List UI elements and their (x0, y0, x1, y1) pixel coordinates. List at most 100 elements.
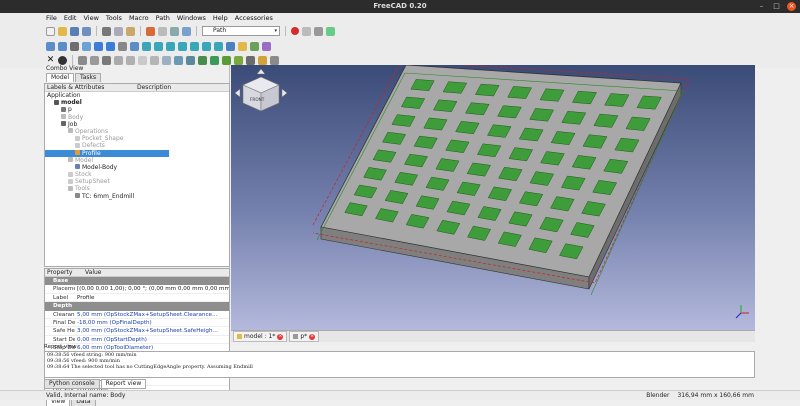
pocket-icon[interactable] (162, 55, 171, 65)
tool-bit-icon[interactable] (126, 55, 135, 65)
measure-icon[interactable] (226, 41, 235, 51)
engrave-icon[interactable] (222, 55, 231, 65)
minimize-icon[interactable]: – (757, 2, 766, 11)
property-header-name[interactable]: Property (45, 269, 83, 276)
tree-header-description[interactable]: Description (135, 84, 171, 91)
view-rear-icon[interactable] (190, 41, 199, 51)
refresh-icon[interactable] (170, 26, 179, 36)
tree-item[interactable]: Stock (45, 171, 229, 178)
menu-file[interactable]: File (46, 14, 57, 22)
tree-item[interactable]: TC: 6mm_Endmill (45, 193, 229, 200)
tree-item[interactable]: Profile (45, 149, 169, 157)
menu-help[interactable]: Help (213, 14, 228, 22)
menu-view[interactable]: View (83, 14, 98, 22)
property-value[interactable]: 0,00 mm (OpStartDepth) (75, 336, 229, 343)
tree-item[interactable]: Model-Body (45, 164, 229, 171)
view-isometric-icon[interactable] (142, 41, 151, 51)
workbench-selector[interactable]: Path ▾ (202, 26, 280, 36)
back-icon[interactable] (94, 41, 103, 51)
menu-windows[interactable]: Windows (177, 14, 206, 22)
cancel-icon[interactable]: ✕ (46, 55, 55, 65)
property-group[interactable]: Depth (45, 302, 229, 311)
property-value[interactable]: Profile (75, 294, 229, 301)
menu-edit[interactable]: Edit (64, 14, 77, 22)
tree-item[interactable]: Defects (45, 142, 229, 149)
model-tree[interactable]: Labels & Attributes Description Applicat… (44, 83, 230, 267)
copy-operation-icon[interactable] (270, 55, 279, 65)
close-icon[interactable]: × (277, 333, 284, 340)
cut-icon[interactable] (102, 26, 111, 36)
property-value[interactable]: [(0,00 0,00 1,00); 0,00 °; (0,00 mm 0,00… (75, 285, 229, 292)
3d-viewport[interactable]: FRONT (231, 65, 755, 330)
menu-tools[interactable]: Tools (106, 14, 122, 22)
record-macro-icon[interactable] (291, 27, 299, 35)
link-icon[interactable] (262, 41, 271, 51)
deburr-icon[interactable] (234, 55, 243, 65)
tab-python-console[interactable]: Python console (44, 379, 100, 389)
tree-item[interactable]: Tools (45, 185, 229, 192)
toolpath-icon[interactable] (78, 55, 87, 65)
tree-item[interactable]: Model (45, 157, 229, 164)
new-document-icon[interactable] (46, 26, 55, 36)
view-right-icon[interactable] (178, 41, 187, 51)
property-row[interactable]: Clearan...5,00 mm (OpStockZMax+SetupShee… (45, 311, 229, 319)
tree-item[interactable]: Application (45, 92, 229, 99)
simulator-icon[interactable] (114, 55, 123, 65)
array-icon[interactable] (258, 55, 267, 65)
tab-model-document[interactable]: model : 1* × (233, 331, 288, 342)
navigation-cube[interactable]: FRONT (234, 68, 288, 112)
property-header-value[interactable]: Value (83, 269, 101, 276)
tree-item[interactable]: Pocket_Shape (45, 135, 229, 142)
drilling-icon[interactable] (210, 55, 219, 65)
copy-icon[interactable] (114, 26, 123, 36)
tree-item[interactable]: Job (45, 121, 229, 128)
sync-view-icon[interactable] (118, 41, 127, 51)
property-row[interactable]: Final De...-18,00 mm (OpFinalDepth) (45, 319, 229, 328)
execute-macro-icon[interactable] (326, 26, 335, 36)
save-as-icon[interactable] (82, 26, 91, 36)
view-top-icon[interactable] (166, 41, 175, 51)
undo-icon[interactable] (146, 26, 155, 36)
menu-accessories[interactable]: Accessories (235, 14, 273, 22)
inspect-icon[interactable] (102, 55, 111, 65)
tree-item[interactable]: p (45, 106, 229, 113)
face-icon[interactable] (186, 55, 195, 65)
adaptive-icon[interactable] (174, 55, 183, 65)
job-icon[interactable] (58, 55, 67, 65)
tab-p-document[interactable]: p* × (289, 331, 320, 342)
close-icon[interactable]: × (309, 333, 316, 340)
open-folder-icon[interactable] (58, 26, 67, 36)
view-bottom-icon[interactable] (202, 41, 211, 51)
helix-icon[interactable] (198, 55, 207, 65)
post-process-icon[interactable] (90, 55, 99, 65)
view-left-icon[interactable] (214, 41, 223, 51)
draw-style-icon[interactable] (70, 41, 79, 51)
tree-item[interactable]: SetupSheet (45, 178, 229, 185)
property-value[interactable]: 5,00 mm (OpStockZMax+SetupSheet.Clearanc… (75, 311, 229, 318)
std-views-icon[interactable] (130, 41, 139, 51)
tree-item[interactable]: model (45, 99, 229, 106)
property-row[interactable]: Safe Hei...3,00 mm (OpStockZMax+SetupShe… (45, 327, 229, 336)
whats-this-icon[interactable] (182, 26, 191, 36)
tree-header-labels[interactable]: Labels & Attributes (45, 84, 135, 91)
tree-item[interactable]: Operations (45, 128, 229, 135)
property-row[interactable]: Placement[(0,00 0,00 1,00); 0,00 °; (0,0… (45, 285, 229, 294)
paste-icon[interactable] (126, 26, 135, 36)
tab-report-view[interactable]: Report view (100, 379, 147, 389)
maximize-icon[interactable]: □ (772, 2, 781, 11)
property-row[interactable]: Start De...0,00 mm (OpStartDepth) (45, 336, 229, 345)
report-view[interactable]: 09:38:56 vfeed string: 900 mm/min 09:38:… (44, 351, 755, 378)
part-icon[interactable] (238, 41, 247, 51)
tool-library-icon[interactable] (138, 55, 147, 65)
close-icon[interactable]: × (787, 2, 796, 11)
property-row[interactable]: Label Profile (45, 294, 229, 303)
save-icon[interactable] (70, 26, 79, 36)
tree-item[interactable]: Body (45, 114, 229, 121)
property-value[interactable]: 3,00 mm (OpStockZMax+SetupSheet.SafeHeig… (75, 327, 229, 334)
tab-model[interactable]: Model (46, 73, 75, 82)
redo-icon[interactable] (158, 26, 167, 36)
menu-macro[interactable]: Macro (129, 14, 149, 22)
view-front-icon[interactable] (154, 41, 163, 51)
fit-all-icon[interactable] (46, 41, 55, 51)
dressup-icon[interactable] (246, 55, 255, 65)
